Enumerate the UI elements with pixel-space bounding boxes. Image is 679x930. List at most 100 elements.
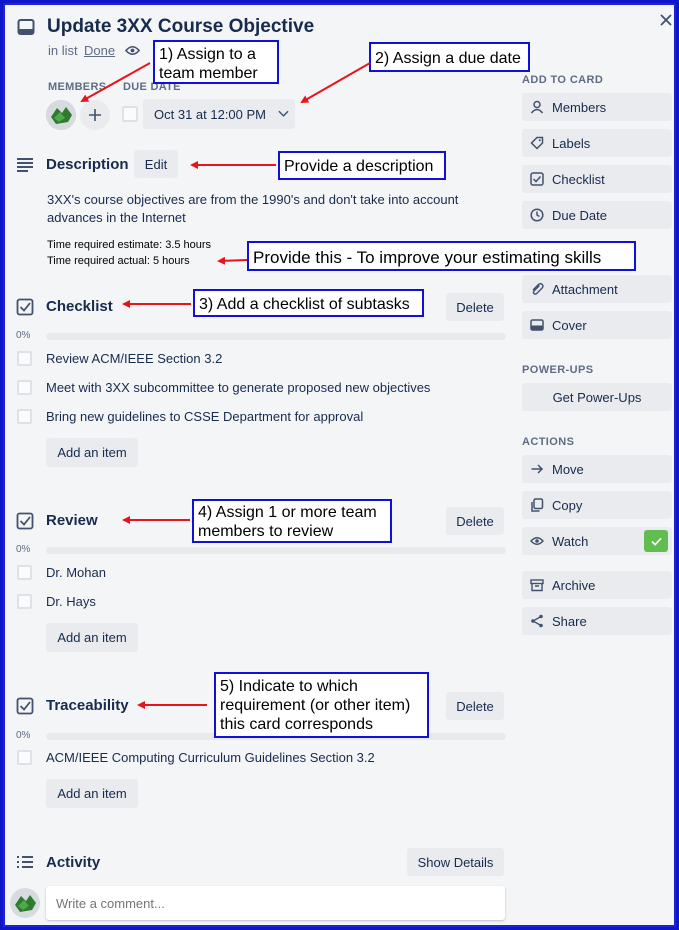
eye-icon <box>530 537 544 545</box>
checklist-button[interactable]: Checklist <box>522 165 672 193</box>
archive-icon <box>530 579 544 592</box>
callout-traceability-line3: this card corresponds <box>220 716 373 733</box>
card-title[interactable]: Update 3XX Course Objective <box>47 16 314 38</box>
checklist-item-checkbox[interactable] <box>17 351 32 366</box>
description-title: Description <box>46 156 129 173</box>
members-button[interactable]: Members <box>522 93 672 121</box>
paperclip-icon <box>532 282 544 295</box>
review-add-item-button[interactable]: Add an item <box>46 623 138 652</box>
cover-icon <box>530 319 544 331</box>
copy-icon <box>531 498 544 512</box>
review-progress-bar <box>46 547 506 554</box>
get-power-ups-label: Get Power-Ups <box>552 389 642 405</box>
actions-heading: ACTIONS <box>522 436 575 448</box>
in-list-prefix: in list <box>48 43 78 58</box>
members-button-label: Members <box>552 99 607 115</box>
share-button[interactable]: Share <box>522 607 672 635</box>
close-icon[interactable] <box>659 13 673 27</box>
add-to-card-heading: ADD TO CARD <box>522 74 604 86</box>
move-button[interactable]: Move <box>522 455 672 483</box>
review-item-checkbox[interactable] <box>17 565 32 580</box>
list-name-link[interactable]: Done <box>84 43 115 58</box>
traceability-delete-button[interactable]: Delete <box>446 692 504 720</box>
checklist-item-checkbox[interactable] <box>17 409 32 424</box>
show-details-button[interactable]: Show Details <box>407 848 504 876</box>
plus-icon <box>89 109 101 121</box>
checklist-item[interactable]: Meet with 3XX subcommittee to generate p… <box>46 380 430 395</box>
attachment-button[interactable]: Attachment <box>522 275 672 303</box>
callout-description: Provide a description <box>278 151 446 180</box>
cover-button[interactable]: Cover <box>522 311 672 339</box>
callout-due-date: 2) Assign a due date <box>369 42 530 72</box>
archive-button[interactable]: Archive <box>522 571 672 599</box>
traceability-add-item-button[interactable]: Add an item <box>46 779 138 808</box>
traceability-item-checkbox[interactable] <box>17 750 32 765</box>
due-date-button[interactable]: Oct 31 at 12:00 PM <box>143 99 295 129</box>
due-date-button-label: Due Date <box>552 207 607 223</box>
time-actual-text: Time required actual: 5 hours <box>47 255 190 267</box>
checklist-item[interactable]: Review ACM/IEEE Section 3.2 <box>46 351 222 366</box>
watch-active-check-icon <box>644 530 668 552</box>
due-date-checkbox[interactable] <box>122 106 138 122</box>
archive-button-label: Archive <box>552 577 596 593</box>
checklist-item[interactable]: Bring new guidelines to CSSE Department … <box>46 409 363 424</box>
callout-traceability-line1: 5) Indicate to which <box>220 678 358 695</box>
members-label: MEMBERS <box>48 81 107 93</box>
copy-button[interactable]: Copy <box>522 491 672 519</box>
labels-button[interactable]: Labels <box>522 129 672 157</box>
traceability-title[interactable]: Traceability <box>46 697 129 714</box>
eye-icon <box>125 46 140 55</box>
callout-review-line1: 4) Assign 1 or more team <box>198 504 377 521</box>
checklist-add-item-button[interactable]: Add an item <box>46 438 138 467</box>
watch-button-label: Watch <box>552 533 589 549</box>
callout-estimating: Provide this - To improve your estimatin… <box>247 241 636 271</box>
review-item-checkbox[interactable] <box>17 594 32 609</box>
callout-traceability: 5) Indicate to which requirement (or oth… <box>214 672 429 738</box>
tag-icon <box>530 136 544 150</box>
review-progress-percent: 0% <box>16 544 31 555</box>
review-item[interactable]: Dr. Mohan <box>46 565 106 580</box>
checklist-progress-bar <box>46 333 506 340</box>
add-member-button[interactable] <box>80 100 110 130</box>
review-title[interactable]: Review <box>46 512 98 529</box>
checklist-icon <box>530 172 544 186</box>
callout-assign-member-line1: 1) Assign to a <box>159 46 256 63</box>
cover-button-label: Cover <box>552 317 587 333</box>
get-power-ups-button[interactable]: Get Power-Ups <box>522 383 672 411</box>
description-icon <box>17 158 33 172</box>
comment-avatar <box>10 888 40 918</box>
labels-button-label: Labels <box>552 135 591 151</box>
attachment-button-label: Attachment <box>552 281 618 297</box>
callout-assign-member: 1) Assign to a team member <box>153 40 279 84</box>
checklist-delete-button[interactable]: Delete <box>446 293 504 321</box>
traceability-progress-percent: 0% <box>16 730 31 741</box>
review-item[interactable]: Dr. Hays <box>46 594 96 609</box>
avatar[interactable] <box>46 100 76 130</box>
review-delete-button[interactable]: Delete <box>446 507 504 535</box>
checklist-title[interactable]: Checklist <box>46 298 113 315</box>
due-date-value: Oct 31 at 12:00 PM <box>154 106 267 122</box>
traceability-item[interactable]: ACM/IEEE Computing Curriculum Guidelines… <box>46 750 375 765</box>
card-icon <box>17 19 35 35</box>
arrow-right-icon <box>531 464 544 474</box>
share-icon <box>531 614 543 628</box>
callout-review: 4) Assign 1 or more team members to revi… <box>192 499 392 543</box>
callout-review-line2: members to review <box>198 523 334 540</box>
time-estimate-text: Time required estimate: 3.5 hours <box>47 239 212 251</box>
description-edit-button[interactable]: Edit <box>134 150 178 178</box>
checklist-item-checkbox[interactable] <box>17 380 32 395</box>
traceability-checklist-icon <box>16 697 34 715</box>
activity-icon <box>17 856 33 868</box>
description-text-line2: advances in the Internet <box>47 210 186 225</box>
person-icon <box>530 100 544 114</box>
chevron-down-icon <box>278 110 289 117</box>
activity-title: Activity <box>46 854 101 871</box>
callout-assign-member-line2: team member <box>159 65 258 82</box>
callout-traceability-line2: requirement (or other item) <box>220 697 411 714</box>
checklist-button-label: Checklist <box>552 171 605 187</box>
comment-input[interactable] <box>46 886 505 920</box>
move-button-label: Move <box>552 461 584 477</box>
due-date-sidebar-button[interactable]: Due Date <box>522 201 672 229</box>
copy-button-label: Copy <box>552 497 583 513</box>
review-checklist-icon <box>16 512 34 530</box>
